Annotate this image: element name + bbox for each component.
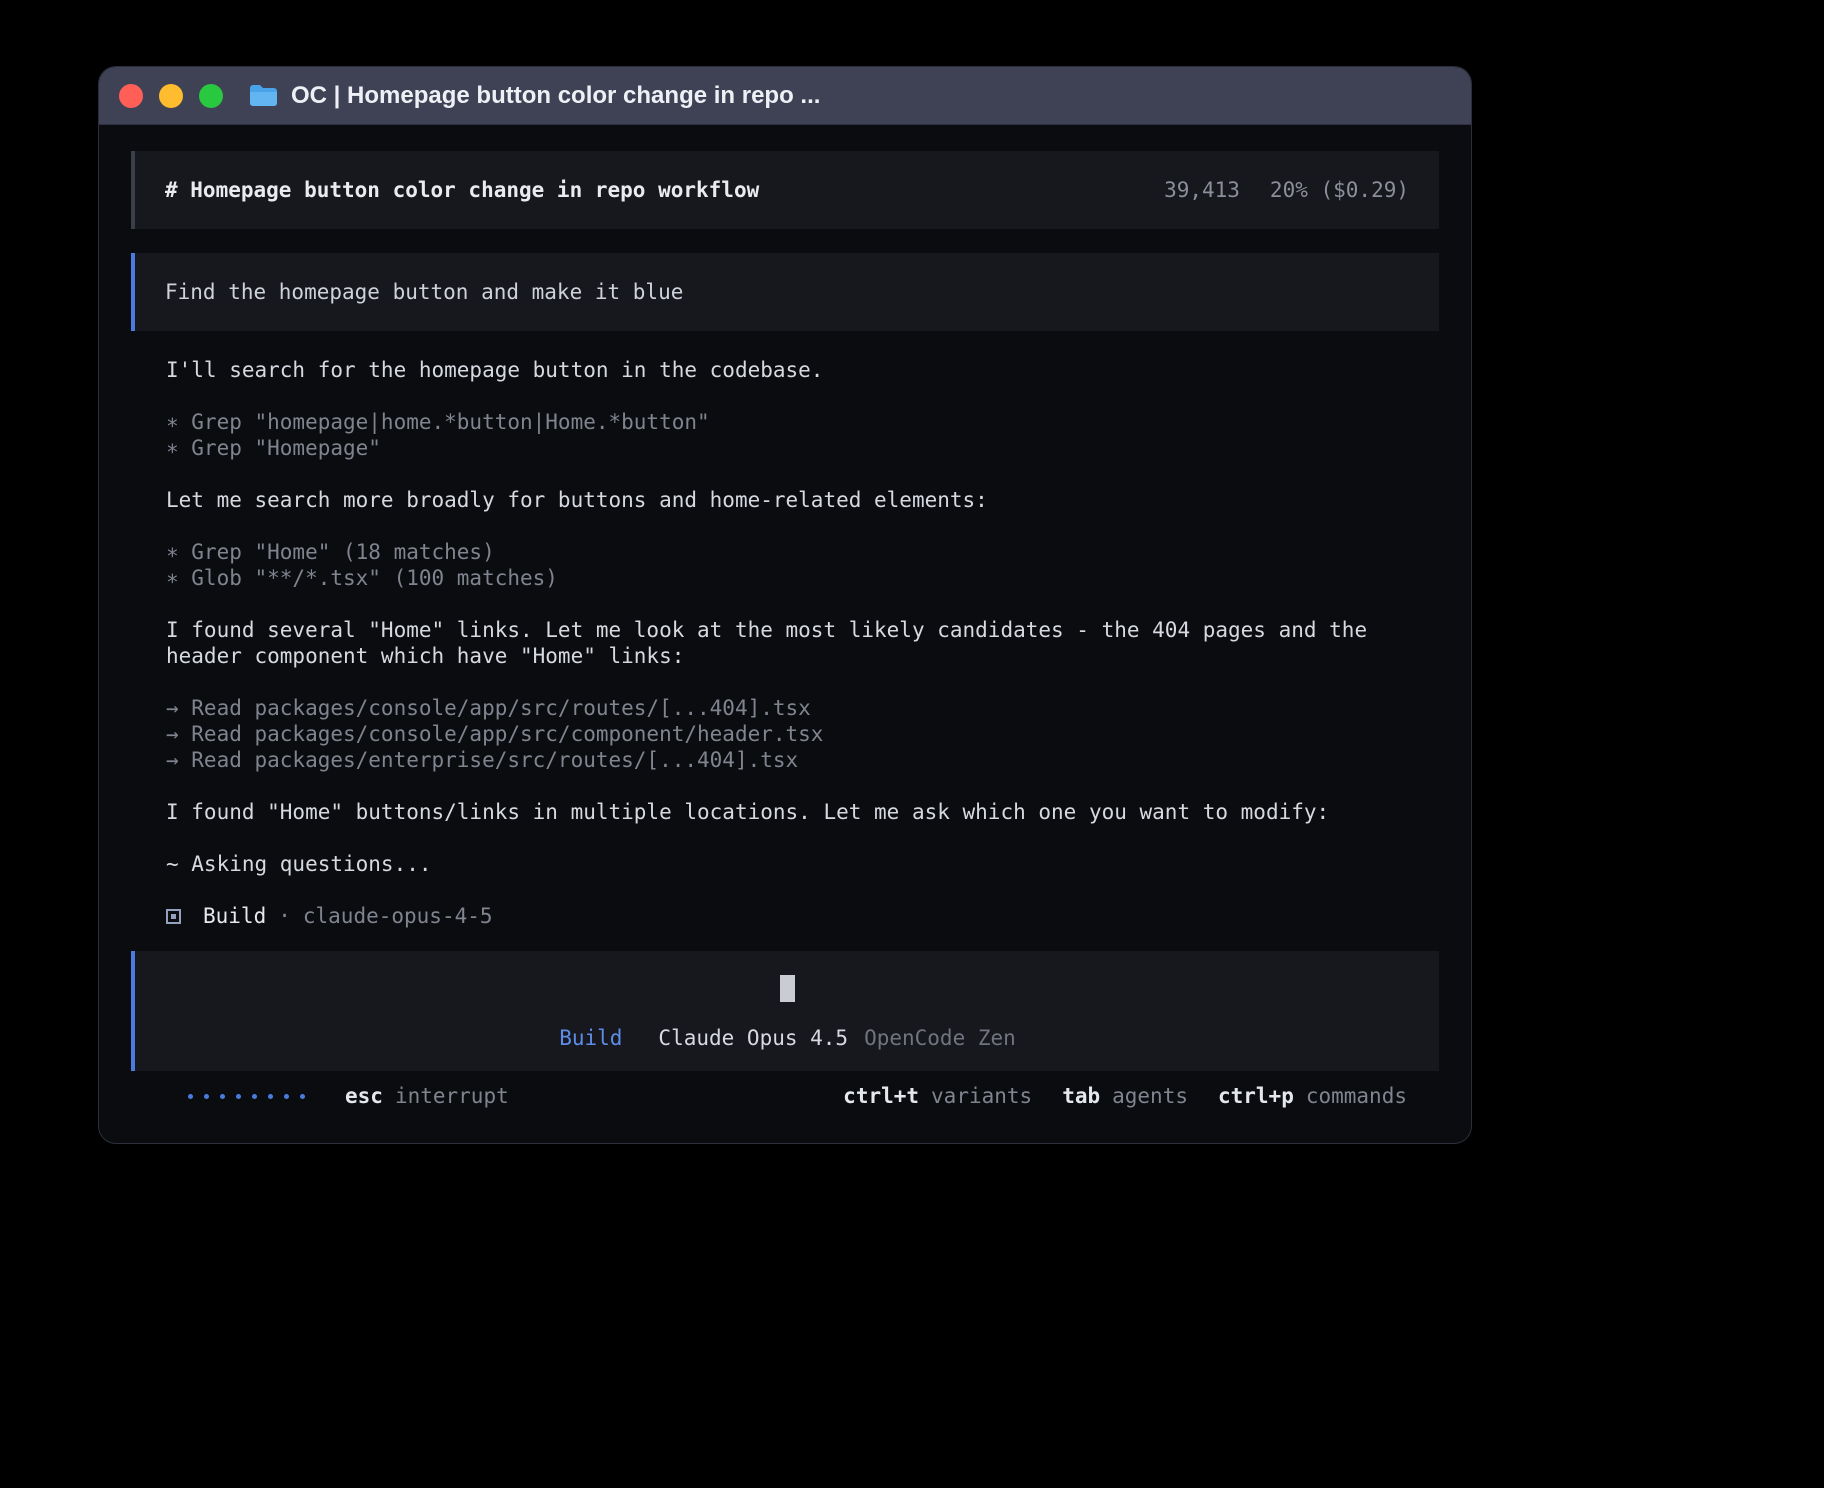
shortcut-label: commands xyxy=(1306,1083,1407,1109)
window-title: OC | Homepage button color change in rep… xyxy=(291,82,820,110)
tool-call-grep: ∗ Grep "Homepage" xyxy=(166,435,1439,461)
mode-indicator[interactable]: Build xyxy=(559,1025,622,1051)
close-button[interactable] xyxy=(119,84,143,108)
shortcut-variants: ctrl+t variants xyxy=(843,1083,1032,1109)
assistant-paragraph: I'll search for the homepage button in t… xyxy=(166,357,1436,383)
agent-square-icon xyxy=(166,909,181,924)
user-message-text: Find the homepage button and make it blu… xyxy=(165,279,683,305)
esc-key-label: interrupt xyxy=(395,1083,509,1109)
titlebar[interactable]: OC | Homepage button color change in rep… xyxy=(99,67,1471,125)
assistant-paragraph: I found several "Home" links. Let me loo… xyxy=(166,617,1436,669)
agent-name: Build xyxy=(203,903,266,929)
session-stats: 39,413 20% ($0.29) xyxy=(1164,177,1409,203)
shortcut-commands: ctrl+p commands xyxy=(1218,1083,1407,1109)
folder-icon xyxy=(249,84,278,107)
tool-call-read: → Read packages/enterprise/src/routes/[.… xyxy=(166,747,1439,773)
provider-name: OpenCode Zen xyxy=(864,1025,1016,1051)
terminal-content: # Homepage button color change in repo w… xyxy=(99,125,1471,1109)
shortcut-label: agents xyxy=(1112,1083,1188,1109)
tool-call-group: ∗ Grep "homepage|home.*button|Home.*butt… xyxy=(166,409,1439,461)
statusbar-left: esc interrupt xyxy=(188,1083,509,1109)
tool-call-read: → Read packages/console/app/src/routes/[… xyxy=(166,695,1439,721)
token-count: 39,413 xyxy=(1164,177,1240,203)
statusbar: esc interrupt ctrl+t variants tab agents… xyxy=(131,1083,1439,1109)
context-usage: 20% ($0.29) xyxy=(1270,177,1409,203)
assistant-paragraph: I found "Home" buttons/links in multiple… xyxy=(166,799,1436,825)
tool-call-grep: ∗ Grep "homepage|home.*button|Home.*butt… xyxy=(166,409,1439,435)
statusbar-right: ctrl+t variants tab agents ctrl+p comman… xyxy=(813,1083,1407,1109)
session-title: # Homepage button color change in repo w… xyxy=(165,177,759,203)
assistant-paragraph: Let me search more broadly for buttons a… xyxy=(166,487,1436,513)
shortcut-agents: tab agents xyxy=(1062,1083,1188,1109)
model-name: Claude Opus 4.5 xyxy=(658,1025,848,1051)
shortcut-label: variants xyxy=(931,1083,1032,1109)
shortcut-key: ctrl+p xyxy=(1218,1083,1294,1109)
shortcut-key: tab xyxy=(1062,1083,1100,1109)
text-cursor xyxy=(780,975,795,1002)
minimize-button[interactable] xyxy=(159,84,183,108)
tool-call-glob: ∗ Glob "**/*.tsx" (100 matches) xyxy=(166,565,1439,591)
tool-call-group: → Read packages/console/app/src/routes/[… xyxy=(166,695,1439,773)
agent-indicator: Build · claude-opus-4-5 xyxy=(166,903,1439,929)
tool-call-read: → Read packages/console/app/src/componen… xyxy=(166,721,1439,747)
agent-model: claude-opus-4-5 xyxy=(303,903,493,929)
tool-call-group: ∗ Grep "Home" (18 matches) ∗ Glob "**/*.… xyxy=(166,539,1439,591)
terminal-window: OC | Homepage button color change in rep… xyxy=(98,66,1472,1144)
shortcut-key: ctrl+t xyxy=(843,1083,919,1109)
esc-key-hint: esc xyxy=(345,1083,383,1109)
zoom-button[interactable] xyxy=(199,84,223,108)
dot-separator: · xyxy=(278,903,291,929)
session-header: # Homepage button color change in repo w… xyxy=(131,151,1439,229)
window-controls xyxy=(119,84,223,108)
tool-call-grep: ∗ Grep "Home" (18 matches) xyxy=(166,539,1439,565)
working-indicator-dots xyxy=(188,1094,305,1099)
user-message: Find the homepage button and make it blu… xyxy=(131,253,1439,331)
working-status: ~ Asking questions... xyxy=(166,851,1439,877)
prompt-input[interactable]: Build Claude Opus 4.5 OpenCode Zen xyxy=(131,951,1439,1071)
input-status-line: Build Claude Opus 4.5 OpenCode Zen xyxy=(559,1025,1016,1051)
